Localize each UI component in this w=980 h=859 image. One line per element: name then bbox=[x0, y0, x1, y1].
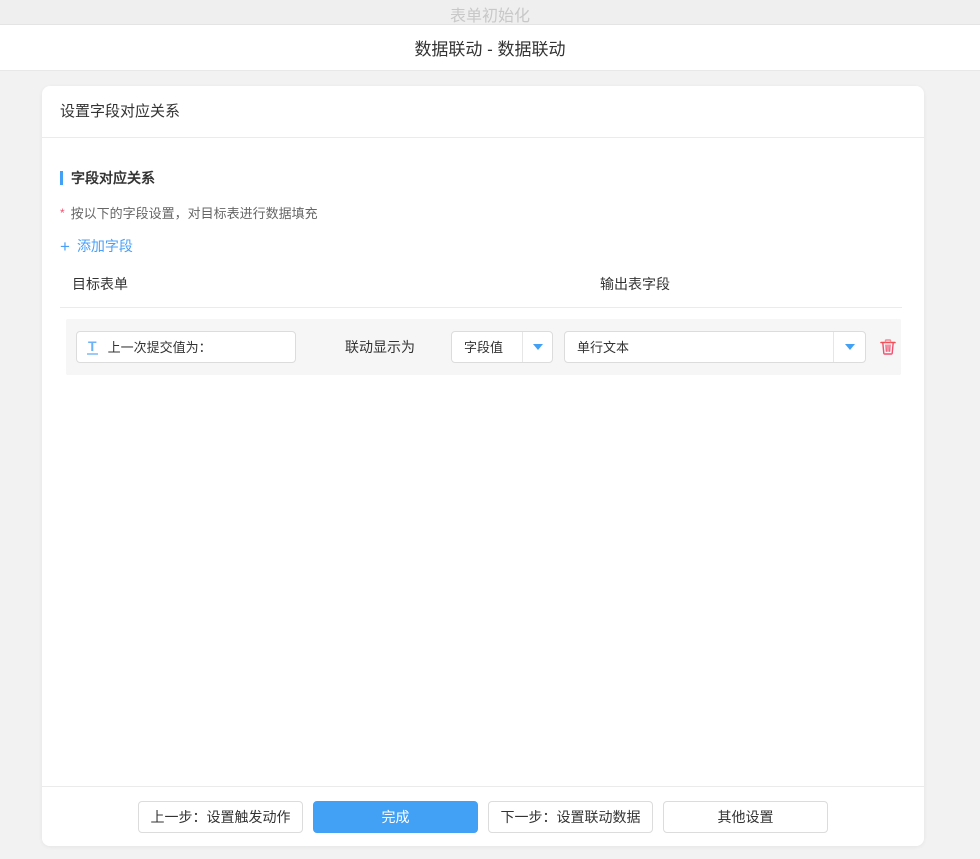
page-title: 数据联动 - 数据联动 bbox=[414, 35, 565, 60]
target-field-input[interactable]: T 上一次提交值为： bbox=[76, 331, 296, 363]
add-field-label: 添加字段 bbox=[77, 236, 133, 256]
relation-label: 联动显示为 bbox=[335, 337, 425, 357]
required-asterisk: * bbox=[60, 206, 65, 220]
next-step-button[interactable]: 下一步：设置联动数据 bbox=[488, 801, 653, 833]
dialog-title-bar: 数据联动 - 数据联动 bbox=[0, 25, 980, 71]
table-header-row: 目标表单 输出表字段 bbox=[60, 274, 902, 294]
header-divider bbox=[60, 307, 902, 308]
background-page-header: 表单初始化 bbox=[0, 0, 980, 25]
output-field-select[interactable]: 单行文本 bbox=[564, 331, 866, 363]
trash-icon bbox=[879, 338, 897, 356]
display-mode-select[interactable]: 字段值 bbox=[451, 331, 553, 363]
table-row: T 上一次提交值为： 联动显示为 字段值 单行文本 bbox=[66, 319, 901, 375]
display-mode-value: 字段值 bbox=[452, 332, 522, 362]
add-field-button[interactable]: + 添加字段 bbox=[60, 236, 133, 256]
plus-icon: + bbox=[60, 238, 70, 255]
card-body: 字段对应关系 * 按以下的字段设置，对目标表进行数据填充 + 添加字段 目标表单… bbox=[42, 168, 924, 375]
background-page-title: 表单初始化 bbox=[450, 2, 530, 26]
section-hint: * 按以下的字段设置，对目标表进行数据填充 bbox=[60, 203, 902, 222]
prev-step-button[interactable]: 上一步：设置触发动作 bbox=[138, 801, 303, 833]
footer-button-bar: 上一步：设置触发动作 完成 下一步：设置联动数据 其他设置 bbox=[42, 786, 924, 846]
section-hint-text: 按以下的字段设置，对目标表进行数据填充 bbox=[71, 203, 318, 222]
finish-button[interactable]: 完成 bbox=[313, 801, 478, 833]
section-title: 字段对应关系 bbox=[60, 168, 902, 188]
target-field-label: 上一次提交值为： bbox=[108, 337, 212, 356]
output-field-value: 单行文本 bbox=[565, 332, 833, 362]
caret-down-icon bbox=[522, 332, 552, 362]
other-settings-button[interactable]: 其他设置 bbox=[663, 801, 828, 833]
caret-down-icon bbox=[833, 332, 865, 362]
column-header-output-field: 输出表字段 bbox=[600, 274, 670, 294]
section-accent-bar bbox=[60, 171, 63, 185]
card-header-title: 设置字段对应关系 bbox=[60, 103, 180, 120]
section-title-label: 字段对应关系 bbox=[71, 168, 155, 188]
settings-card: 设置字段对应关系 字段对应关系 * 按以下的字段设置，对目标表进行数据填充 + … bbox=[42, 86, 924, 846]
single-line-text-icon: T bbox=[87, 339, 98, 355]
delete-row-button[interactable] bbox=[878, 337, 898, 357]
card-header: 设置字段对应关系 bbox=[42, 86, 924, 138]
column-header-target-form: 目标表单 bbox=[72, 274, 128, 294]
